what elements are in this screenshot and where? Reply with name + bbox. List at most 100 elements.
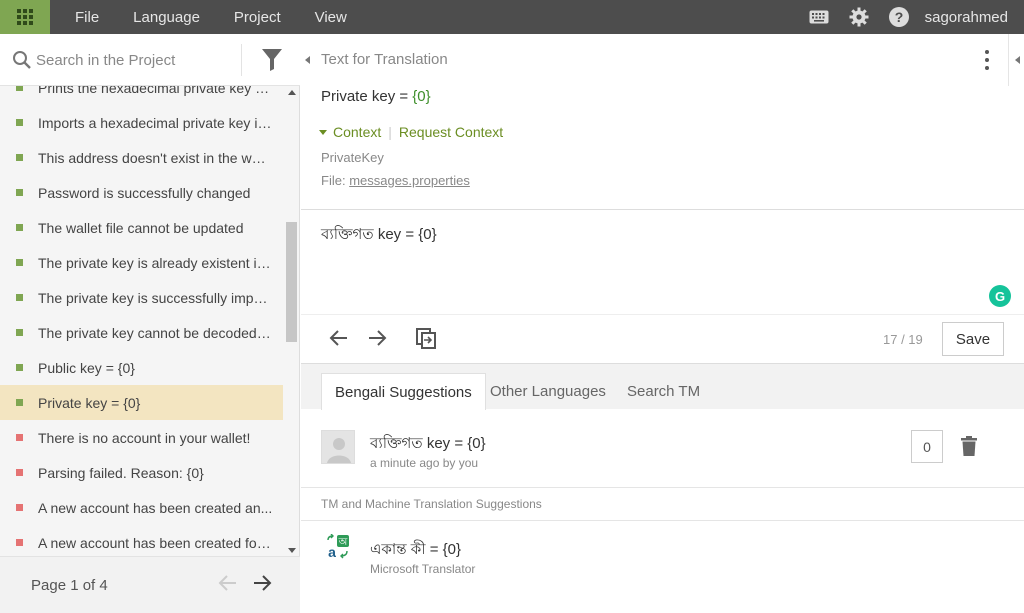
- list-item[interactable]: Password is successfully changed: [0, 175, 283, 210]
- untranslated-status-icon: [16, 469, 23, 476]
- divider: [301, 487, 1024, 488]
- suggestion-text: ব্যক্তিগত key = {0}: [370, 435, 486, 452]
- top-bar: File Language Project View ? sagorahmed: [0, 0, 1024, 34]
- context-toggle[interactable]: Context: [333, 124, 381, 140]
- page-label: Page 1 of 4: [31, 577, 108, 594]
- search-bar: [0, 34, 300, 86]
- collapse-right-icon[interactable]: [1015, 56, 1020, 64]
- divider: [301, 520, 1024, 521]
- translated-status-icon: [16, 329, 23, 336]
- strings-panel: Prints the hexadecimal private key o... …: [0, 34, 300, 613]
- tm-section-title: TM and Machine Translation Suggestions: [321, 497, 542, 511]
- context-file: File: messages.properties: [321, 173, 470, 188]
- context-key: PrivateKey: [321, 150, 384, 165]
- pagination: Page 1 of 4: [0, 556, 300, 613]
- list-item[interactable]: Parsing failed. Reason: {0}: [0, 455, 283, 490]
- scroll-down-arrow-icon[interactable]: [288, 548, 296, 553]
- svg-text:?: ?: [894, 9, 903, 25]
- scroll-thumb[interactable]: [286, 222, 297, 342]
- translated-status-icon: [16, 294, 23, 301]
- list-item-active[interactable]: Private key = {0}: [0, 385, 283, 420]
- translated-status-icon: [16, 189, 23, 196]
- tab-search-tm[interactable]: Search TM: [614, 373, 713, 410]
- menu-language[interactable]: Language: [116, 9, 217, 26]
- svg-text:অ: অ: [338, 537, 348, 548]
- keyboard-icon[interactable]: [799, 0, 839, 34]
- help-icon[interactable]: ?: [879, 0, 919, 34]
- translator-icon: অa: [326, 533, 350, 563]
- filter-icon[interactable]: [262, 49, 282, 74]
- list-item[interactable]: A new account has been created for ...: [0, 525, 283, 556]
- topbar-tools: ? sagorahmed: [799, 0, 1024, 34]
- string-counter: 17 / 19: [883, 332, 923, 347]
- machine-suggestion-source: Microsoft Translator: [370, 562, 476, 576]
- request-context-link[interactable]: Request Context: [399, 124, 503, 140]
- list-scrollbar[interactable]: [283, 86, 300, 556]
- source-title: Text for Translation: [321, 51, 448, 68]
- trash-icon[interactable]: [961, 436, 977, 459]
- menu-view[interactable]: View: [298, 9, 364, 26]
- avatar: [321, 430, 355, 464]
- suggestion-meta: a minute ago by you: [370, 456, 479, 470]
- tab-bengali-suggestions[interactable]: Bengali Suggestions: [321, 373, 486, 410]
- panel-divider: [1008, 34, 1009, 86]
- list-item[interactable]: Prints the hexadecimal private key o...: [0, 86, 283, 105]
- caret-down-icon: [319, 129, 327, 135]
- gear-icon[interactable]: [839, 0, 879, 34]
- editor-actions: 17 / 19 Save: [301, 315, 1024, 363]
- collapse-left-icon[interactable]: [305, 56, 310, 64]
- untranslated-status-icon: [16, 504, 23, 511]
- list-item[interactable]: The private key cannot be decoded: ...: [0, 315, 283, 350]
- search-icon: [12, 50, 32, 73]
- untranslated-status-icon: [16, 434, 23, 441]
- main-menu: File Language Project View: [58, 0, 364, 34]
- menu-file[interactable]: File: [58, 9, 116, 26]
- placeholder-token: {0}: [412, 88, 431, 105]
- next-string-arrow-icon[interactable]: [367, 329, 387, 350]
- user-suggestion[interactable]: ব্যক্তিগত key = {0} a minute ago by you …: [301, 409, 1024, 487]
- list-item[interactable]: The private key is successfully impor...: [0, 280, 283, 315]
- source-text: Private key = {0}: [321, 88, 431, 105]
- editor-panel: Text for Translation Private key = {0} C…: [301, 34, 1024, 613]
- scroll-up-arrow-icon[interactable]: [288, 90, 296, 95]
- next-page-arrow-icon[interactable]: [252, 574, 272, 595]
- search-input[interactable]: [36, 47, 236, 73]
- divider: [301, 209, 1024, 210]
- translated-status-icon: [16, 364, 23, 371]
- vote-count[interactable]: 0: [911, 430, 943, 463]
- list-item[interactable]: There is no account in your wallet!: [0, 420, 283, 455]
- list-item[interactable]: The private key is already existent in .…: [0, 245, 283, 280]
- strings-list: Prints the hexadecimal private key o... …: [0, 86, 300, 556]
- translated-status-icon: [16, 119, 23, 126]
- list-item[interactable]: This address doesn't exist in the wallet: [0, 140, 283, 175]
- menu-project[interactable]: Project: [217, 9, 298, 26]
- list-item[interactable]: Imports a hexadecimal private key in...: [0, 105, 283, 140]
- list-item[interactable]: A new account has been created an...: [0, 490, 283, 525]
- translated-status-icon: [16, 154, 23, 161]
- user-menu[interactable]: sagorahmed: [919, 9, 1024, 26]
- file-link[interactable]: messages.properties: [349, 173, 470, 188]
- search-divider: [241, 44, 242, 76]
- list-item[interactable]: The wallet file cannot be updated: [0, 210, 283, 245]
- translated-status-icon: [16, 86, 23, 91]
- grammarly-icon[interactable]: G: [989, 285, 1011, 307]
- copy-source-icon[interactable]: [415, 327, 437, 352]
- translated-status-icon: [16, 224, 23, 231]
- untranslated-status-icon: [16, 539, 23, 546]
- translated-status-icon: [16, 259, 23, 266]
- tab-other-languages[interactable]: Other Languages: [477, 373, 619, 410]
- list-item[interactable]: Public key = {0}: [0, 350, 283, 385]
- apps-menu-button[interactable]: [0, 0, 50, 34]
- prev-page-arrow-icon[interactable]: [218, 574, 238, 595]
- apps-grid-icon: [17, 9, 33, 25]
- save-button[interactable]: Save: [942, 322, 1004, 356]
- previous-string-arrow-icon[interactable]: [329, 329, 349, 350]
- suggestion-tabs: Bengali Suggestions Other Languages Sear…: [301, 363, 1024, 410]
- more-options-icon[interactable]: [981, 50, 993, 70]
- translated-status-icon: [16, 399, 23, 406]
- context-row: Context | Request Context: [319, 124, 503, 140]
- svg-text:a: a: [328, 544, 336, 560]
- machine-suggestion-text[interactable]: একান্ত কী = {0}: [370, 538, 461, 563]
- translation-input[interactable]: ব্যক্তিগত key = {0}: [321, 223, 437, 248]
- context-separator: |: [388, 124, 392, 140]
